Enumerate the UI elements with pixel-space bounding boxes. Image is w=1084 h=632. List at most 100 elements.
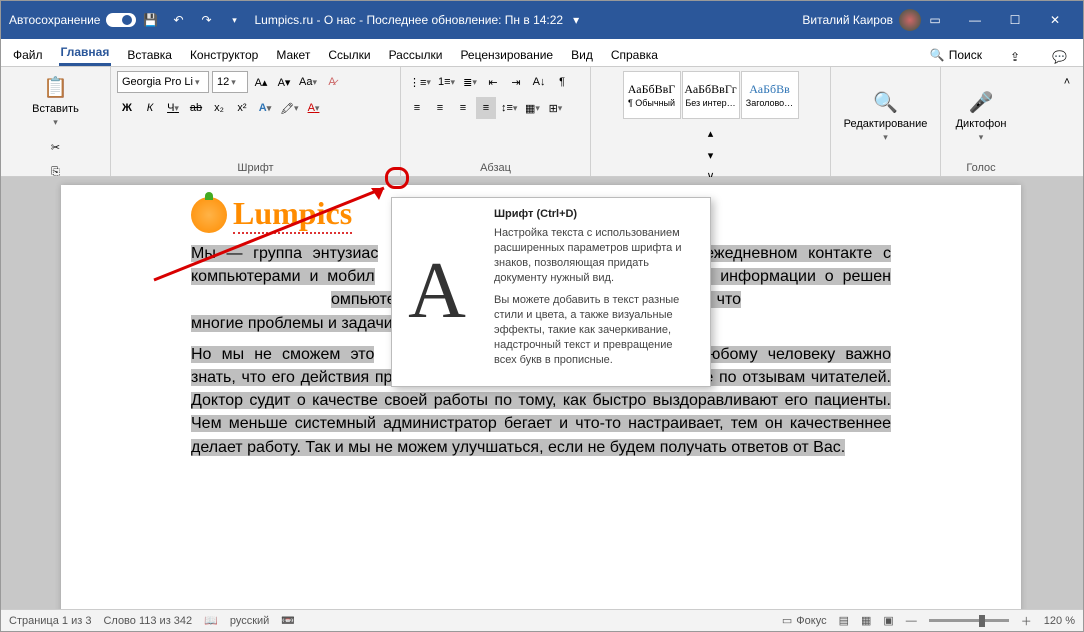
autosave-toggle[interactable]: Автосохранение (9, 13, 136, 27)
zoom-level[interactable]: 120 % (1044, 615, 1075, 627)
tooltip-heading: Шрифт (Ctrl+D) (494, 208, 698, 220)
status-words[interactable]: Слово 113 из 342 (103, 615, 192, 627)
tab-insert[interactable]: Вставка (125, 44, 174, 66)
styles-scroll-up[interactable]: ▴ (701, 122, 721, 144)
font-color-button[interactable]: A▾ (304, 97, 324, 119)
tab-design[interactable]: Конструктор (188, 44, 260, 66)
increase-indent-button[interactable]: ⇥ (506, 71, 526, 93)
save-icon[interactable]: 💾 (138, 8, 162, 32)
tell-me-search[interactable]: 🔍 Поиск (928, 44, 984, 66)
undo-icon[interactable]: ↶ (166, 8, 190, 32)
collapse-ribbon-button[interactable]: ˄ (1057, 71, 1077, 93)
tab-mailings[interactable]: Рассылки (387, 44, 445, 66)
dictate-button[interactable]: 🎤 Диктофон ▾ (950, 86, 1013, 145)
user-account[interactable]: Виталий Каиров (802, 9, 921, 31)
qat-more-icon[interactable]: ▾ (222, 8, 246, 32)
focus-mode-button[interactable]: ▭Фокус (782, 614, 827, 627)
dictate-label: Диктофон (956, 118, 1007, 130)
styles-gallery[interactable]: АаБбВвГ¶ Обычный АаБбВвГгБез интер… АаБб… (623, 71, 799, 119)
numbering-button[interactable]: 1≡▾ (436, 71, 457, 93)
status-accessibility-icon[interactable]: 📼 (281, 614, 295, 627)
align-left-button[interactable]: ≡ (407, 97, 427, 119)
bold-button[interactable]: Ж (117, 97, 137, 119)
highlight-button[interactable]: 🖍▾ (278, 97, 301, 119)
toggle-switch-icon (106, 13, 136, 27)
grow-font-button[interactable]: A▴ (251, 71, 271, 93)
close-button[interactable]: ✕ (1035, 5, 1075, 35)
autosave-label: Автосохранение (9, 13, 100, 27)
maximize-button[interactable]: ☐ (995, 5, 1035, 35)
document-title: Lumpics.ru - О нас - Последнее обновлени… (254, 13, 563, 27)
orange-icon (191, 197, 227, 233)
view-read-icon[interactable]: ▤ (839, 614, 849, 627)
tab-review[interactable]: Рецензирование (458, 44, 555, 66)
font-dialog-tooltip: A Шрифт (Ctrl+D) Настройка текста с испо… (391, 197, 711, 387)
chevron-down-icon[interactable]: ▾ (573, 13, 579, 27)
text-effects-button[interactable]: A▾ (255, 97, 275, 119)
titlebar: Автосохранение 💾 ↶ ↷ ▾ Lumpics.ru - О на… (1, 1, 1083, 39)
font-size-combo[interactable]: 12▾ (212, 71, 248, 93)
microphone-icon: 🎤 (967, 88, 995, 116)
status-page[interactable]: Страница 1 из 3 (9, 615, 91, 627)
bullets-button[interactable]: ⋮≡▾ (407, 71, 433, 93)
zoom-in-button[interactable]: ＋ (1021, 613, 1032, 629)
sort-button[interactable]: A↓ (529, 71, 549, 93)
tab-view[interactable]: Вид (569, 44, 595, 66)
share-icon: ⇪ (1010, 50, 1020, 64)
italic-button[interactable]: К (140, 97, 160, 119)
status-spellcheck-icon[interactable]: 📖 (204, 614, 218, 627)
comments-button[interactable]: 💬 (1046, 48, 1073, 66)
ribbon-options-icon[interactable]: ▭ (923, 8, 947, 32)
tab-help[interactable]: Справка (609, 44, 660, 66)
ribbon: 📋 Вставить ▾ ✂ ⎘ 🖌 Буфер обме… Georgia P… (1, 67, 1083, 177)
justify-button[interactable]: ≡ (476, 97, 496, 119)
group-label-font: Шрифт (117, 160, 394, 174)
underline-button[interactable]: Ч▾ (163, 97, 183, 119)
style-no-spacing[interactable]: АаБбВвГгБез интер… (682, 71, 740, 119)
style-normal[interactable]: АаБбВвГ¶ Обычный (623, 71, 681, 119)
font-name-combo[interactable]: Georgia Pro Li▾ (117, 71, 209, 93)
redo-icon[interactable]: ↷ (194, 8, 218, 32)
editing-label: Редактирование (844, 118, 928, 130)
group-voice: 🎤 Диктофон ▾ Голос (941, 67, 1021, 176)
tab-file[interactable]: Файл (11, 44, 45, 66)
borders-button[interactable]: ⊞▾ (545, 97, 565, 119)
minimize-button[interactable]: ― (955, 5, 995, 35)
status-language[interactable]: русский (230, 615, 269, 627)
tab-home[interactable]: Главная (59, 41, 112, 66)
avatar-icon (899, 9, 921, 31)
strike-button[interactable]: ab (186, 97, 206, 119)
tooltip-text-2: Вы можете добавить в текст разные стили … (494, 293, 698, 367)
chevron-down-icon: ▾ (53, 117, 58, 128)
change-case-button[interactable]: Aa▾ (297, 71, 319, 93)
subscript-button[interactable]: x₂ (209, 97, 229, 119)
group-styles: АаБбВвГ¶ Обычный АаБбВвГгБез интер… АаБб… (591, 67, 831, 176)
share-button[interactable]: ⇪ (1004, 48, 1026, 66)
line-spacing-button[interactable]: ↕≡▾ (499, 97, 519, 119)
superscript-button[interactable]: x² (232, 97, 252, 119)
shading-button[interactable]: ▦▾ (522, 97, 542, 119)
view-web-icon[interactable]: ▣ (883, 614, 893, 627)
comment-icon: 💬 (1052, 50, 1067, 64)
clear-formatting-button[interactable]: A̷ (322, 71, 342, 93)
show-marks-button[interactable]: ¶ (552, 71, 572, 93)
style-heading1[interactable]: АаБбВвЗаголово… (741, 71, 799, 119)
align-right-button[interactable]: ≡ (453, 97, 473, 119)
align-center-button[interactable]: ≡ (430, 97, 450, 119)
tab-layout[interactable]: Макет (274, 44, 312, 66)
zoom-out-button[interactable]: ― (906, 615, 917, 627)
view-print-icon[interactable]: ▦ (861, 614, 871, 627)
shrink-font-button[interactable]: A▾ (274, 71, 294, 93)
zoom-slider[interactable] (929, 619, 1009, 622)
paste-button[interactable]: 📋 Вставить ▾ (26, 71, 85, 130)
cut-button[interactable]: ✂ (46, 136, 66, 158)
group-font: Georgia Pro Li▾ 12▾ A▴ A▾ Aa▾ A̷ Ж К Ч▾ … (111, 67, 401, 176)
styles-scroll-down[interactable]: ▾ (701, 144, 721, 166)
multilevel-button[interactable]: ≣▾ (460, 71, 480, 93)
group-editing: 🔍 Редактирование ▾ (831, 67, 941, 176)
focus-icon: ▭ (782, 614, 792, 627)
decrease-indent-button[interactable]: ⇤ (483, 71, 503, 93)
editing-button[interactable]: 🔍 Редактирование ▾ (838, 86, 934, 145)
group-paragraph: ⋮≡▾ 1≡▾ ≣▾ ⇤ ⇥ A↓ ¶ ≡ ≡ ≡ ≡ ↕≡▾ ▦▾ ⊞▾ (401, 67, 591, 176)
tab-references[interactable]: Ссылки (326, 44, 372, 66)
